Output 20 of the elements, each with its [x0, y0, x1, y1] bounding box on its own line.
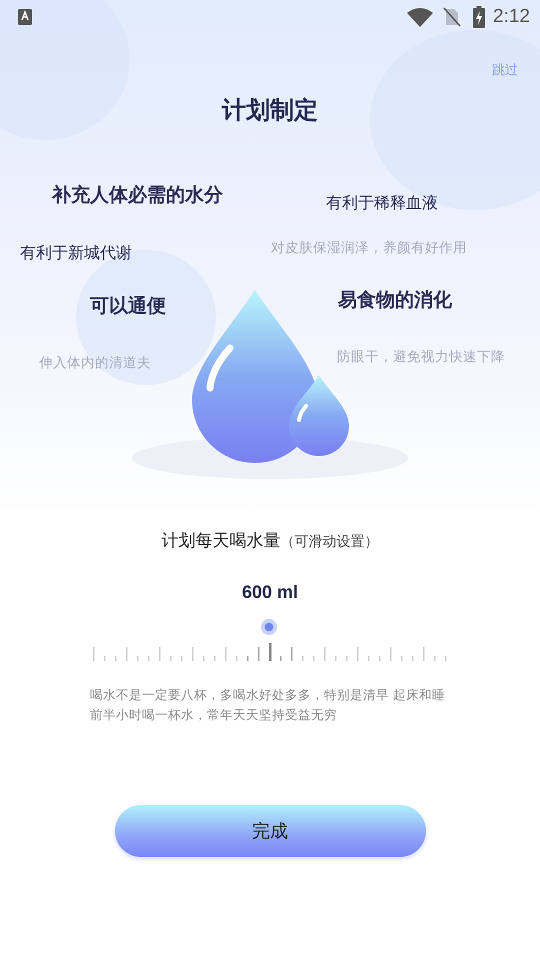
water-amount: 600 ml — [242, 582, 298, 603]
clock-time: 2:12 — [493, 6, 530, 28]
benefit-text: 防眼干，避免视力快速下降 — [337, 348, 505, 366]
done-button[interactable]: 完成 — [114, 805, 426, 857]
slider-thumb[interactable] — [261, 619, 277, 635]
benefit-text: 补充人体必需的水分 — [52, 183, 223, 208]
benefit-text: 伸入体内的清道夫 — [39, 354, 151, 372]
benefit-text: 有利于稀释血液 — [326, 193, 438, 214]
benefit-text: 有利于新城代谢 — [20, 243, 132, 264]
battery-charging-icon — [473, 6, 486, 28]
no-sim-icon — [443, 7, 462, 27]
benefit-text: 对皮肤保湿润泽，养颜有好作用 — [271, 239, 467, 257]
plan-hint: （可滑动设置） — [280, 534, 378, 550]
keyboard-icon — [18, 9, 32, 25]
benefit-text: 易食物的消化 — [338, 288, 452, 313]
tip-text: 喝水不是一定要八杯，多喝水好处多多，特别是清早 起床和睡前半小时喝一杯水，常年天天坚持受益无穷 — [90, 686, 446, 724]
page-title: 计划制定 — [220, 95, 319, 126]
wifi-icon — [407, 7, 434, 27]
benefit-text: 可以通便 — [90, 294, 166, 319]
plan-label: 计划每天喝水量 — [162, 531, 280, 551]
